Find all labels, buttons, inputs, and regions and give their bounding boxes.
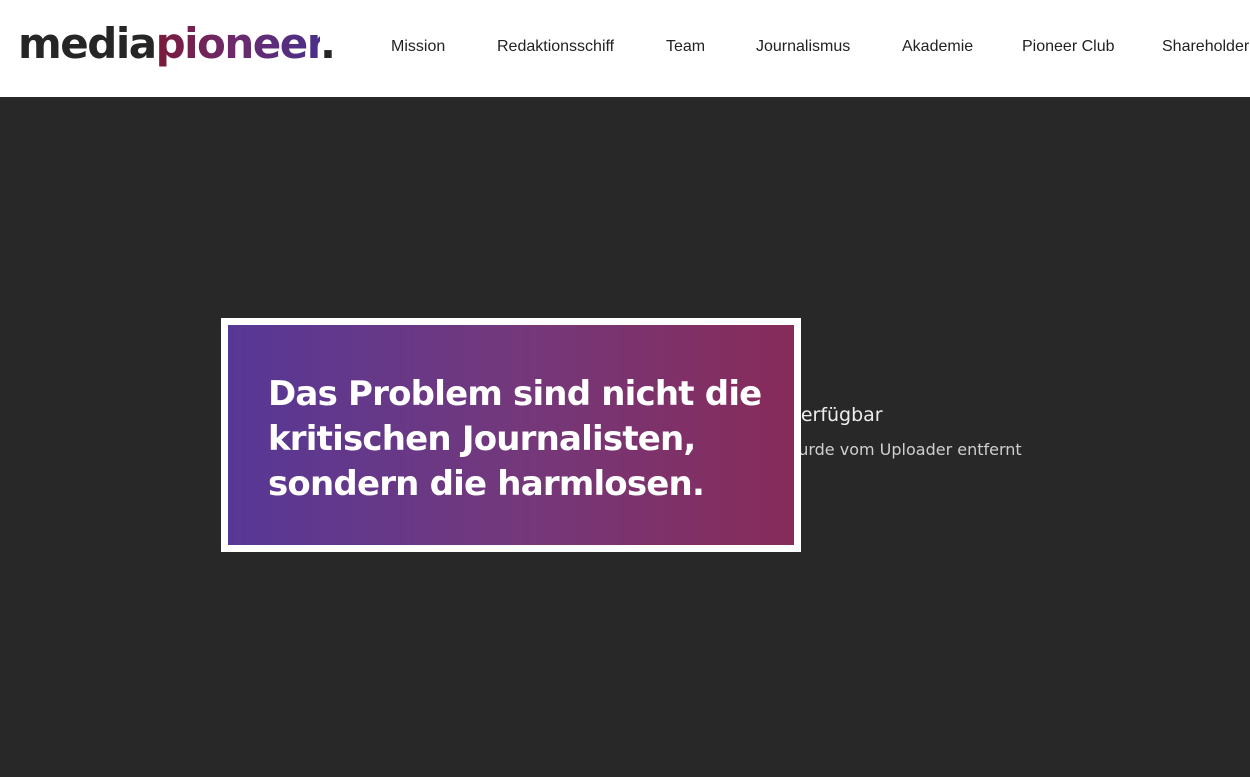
nav-item-team[interactable]: Team: [666, 38, 705, 56]
nav-item-journalismus[interactable]: Journalismus: [756, 38, 850, 56]
nav-item-akademie[interactable]: Akademie: [902, 38, 973, 56]
quote-card: Das Problem sind nicht die kritischen Jo…: [221, 318, 801, 552]
nav-item-redaktionsschiff[interactable]: Redaktionsschiff: [497, 38, 614, 56]
nav-item-shareholder[interactable]: Shareholder: [1162, 38, 1249, 56]
site-header: mediapioneer. Mission Redaktionsschiff T…: [0, 0, 1250, 97]
main-nav: Mission Redaktionsschiff Team Journalism…: [0, 0, 1250, 97]
nav-item-mission[interactable]: Mission: [391, 38, 445, 56]
quote-text: Das Problem sind nicht die kritischen Jo…: [268, 374, 762, 504]
quote-background: Das Problem sind nicht die kritischen Jo…: [228, 325, 794, 545]
nav-item-pioneer-club[interactable]: Pioneer Club: [1022, 38, 1115, 56]
